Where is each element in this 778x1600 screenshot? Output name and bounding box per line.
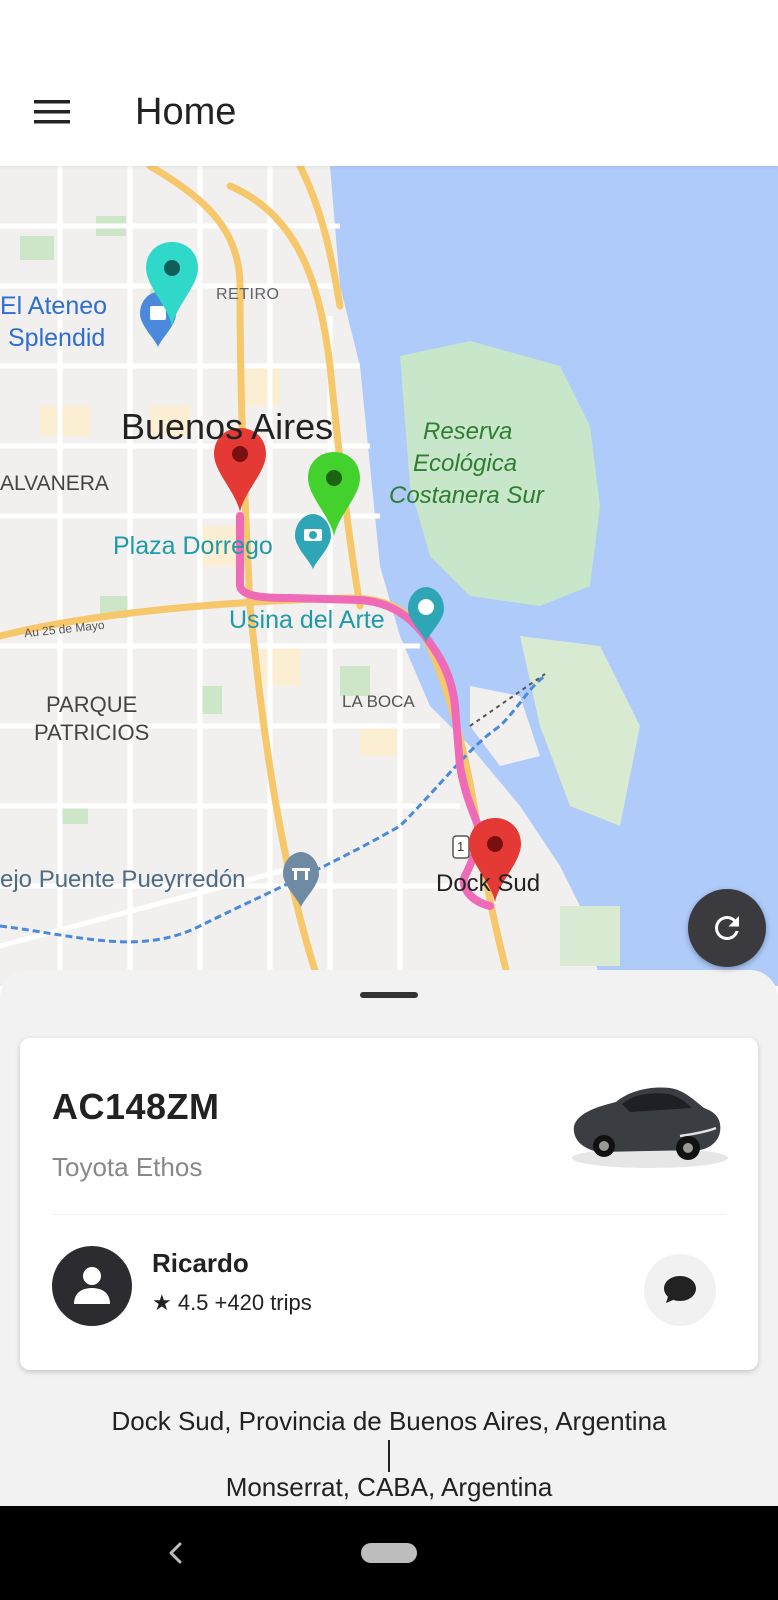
map-label-reserva-2[interactable]: Ecológica <box>413 450 517 478</box>
map-label-plaza-dorrego[interactable]: Plaza Dorrego <box>113 532 273 561</box>
refresh-button[interactable] <box>688 889 766 967</box>
map-label-buenos-aires: Buenos Aires <box>121 406 334 447</box>
map-view[interactable]: RETIRO El Ateneo Splendid Buenos Aires A… <box>0 166 778 986</box>
map-label-usina[interactable]: Usina del Arte <box>229 606 385 635</box>
app-bar: Home <box>0 0 778 166</box>
driver-name: Ricardo <box>152 1248 249 1278</box>
hamburger-menu-icon <box>34 100 70 124</box>
car-model: Toyota Ethos <box>52 1152 203 1182</box>
sheet-drag-handle[interactable] <box>360 992 418 998</box>
map-label-dock-sud: Dock Sud <box>436 870 541 897</box>
page-title: Home <box>135 91 237 133</box>
license-plate: AC148ZM <box>52 1086 220 1127</box>
pickup-address: Dock Sud, Provincia de Buenos Aires, Arg… <box>111 1406 667 1436</box>
map-canvas <box>0 166 778 986</box>
chat-button[interactable] <box>644 1254 716 1326</box>
driver-avatar[interactable] <box>52 1246 132 1326</box>
car-image <box>572 1087 728 1168</box>
trip-card: AC148ZM Toyota Ethos Ricardo ★ 4.5 +420 … <box>20 1038 758 1370</box>
map-label-reserva-3[interactable]: Costanera Sur <box>389 482 544 510</box>
bottom-sheet: AC148ZM Toyota Ethos Ricardo ★ 4.5 +420 … <box>0 970 778 1506</box>
back-chevron-icon <box>169 1542 182 1564</box>
map-label-parque-2: PATRICIOS <box>34 720 150 745</box>
map-label-parque: PARQUE <box>46 692 138 717</box>
driver-rating: ★ 4.5 +420 trips <box>152 1290 312 1315</box>
dropoff-address: Monserrat, CABA, Argentina <box>225 1472 553 1502</box>
home-pill-icon[interactable] <box>361 1543 417 1563</box>
address-connector <box>388 1440 390 1472</box>
map-label-reserva[interactable]: Reserva <box>423 418 512 446</box>
person-icon <box>74 1267 110 1304</box>
map-label-ateneo[interactable]: El Ateneo <box>0 292 107 321</box>
map-label-puente[interactable]: ejo Puente Pueyrredón <box>0 866 246 894</box>
map-label-retiro: RETIRO <box>216 286 280 303</box>
menu-button[interactable] <box>22 88 78 136</box>
map-label-la-boca: LA BOCA <box>342 692 415 711</box>
refresh-icon <box>715 916 739 940</box>
chat-bubble-icon <box>664 1276 696 1303</box>
card-divider <box>52 1214 726 1215</box>
system-navigation-bar <box>0 1506 778 1600</box>
map-label-ateneo-2[interactable]: Splendid <box>8 324 105 353</box>
back-button[interactable] <box>160 1536 190 1570</box>
route-shield-label: 1 <box>457 839 465 854</box>
map-label-balvanera: ALVANERA <box>0 472 109 495</box>
